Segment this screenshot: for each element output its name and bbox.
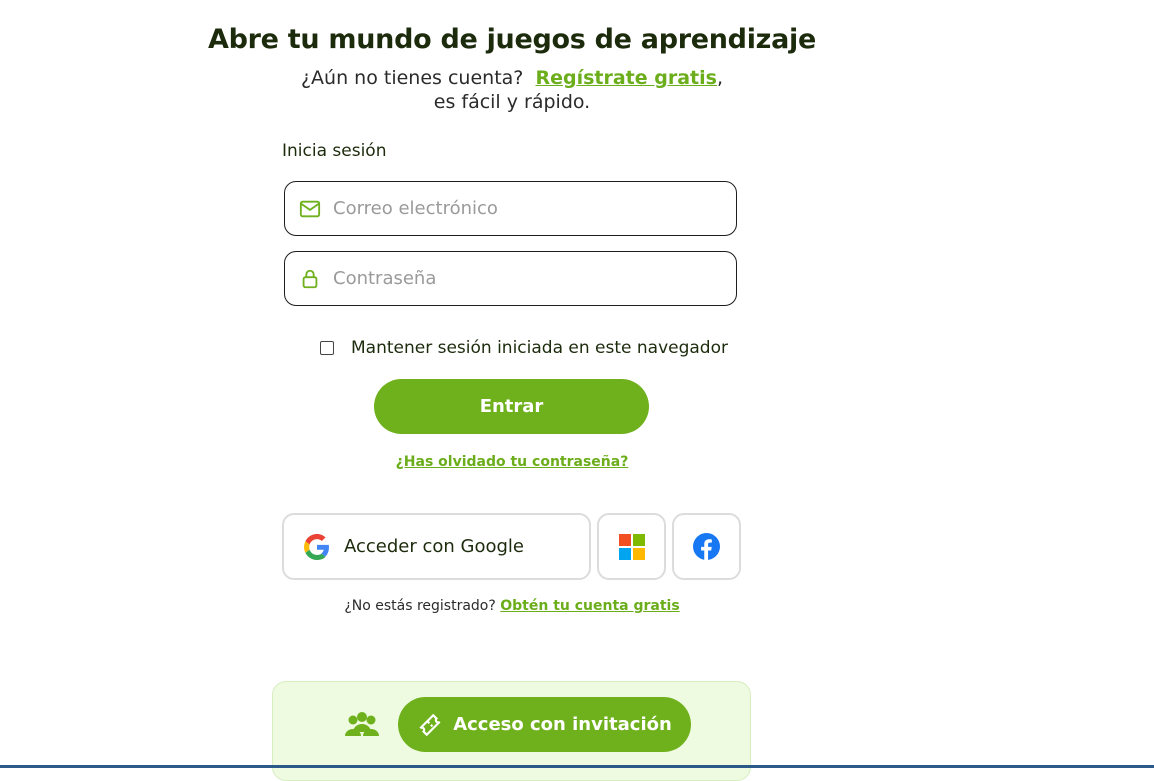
login-label: Inicia sesión [282, 141, 387, 161]
password-field[interactable] [284, 251, 737, 306]
facebook-login-button[interactable] [672, 513, 741, 580]
microsoft-login-button[interactable] [597, 513, 666, 580]
no-account-prompt: ¿No estás registrado? Obtén tu cuenta gr… [0, 598, 1024, 614]
register-link[interactable]: Regístrate gratis [535, 67, 717, 89]
google-login-button[interactable]: Acceder con Google [282, 513, 591, 580]
facebook-icon [693, 533, 720, 560]
remember-label: Mantener sesión iniciada en este navegad… [351, 338, 728, 358]
remember-checkbox[interactable] [320, 341, 334, 355]
invitation-button[interactable]: Acceso con invitación [398, 697, 691, 752]
email-input[interactable] [331, 197, 715, 220]
invitation-button-label: Acceso con invitación [453, 714, 672, 735]
password-input[interactable] [331, 267, 715, 290]
subtitle-prefix: ¿Aún no tienes cuenta? [300, 67, 524, 89]
page-title: Abre tu mundo de juegos de aprendizaje [208, 24, 816, 55]
forgot-password-link[interactable]: ¿Has olvidado tu contraseña? [0, 454, 1024, 470]
email-field[interactable] [284, 181, 737, 236]
ticket-icon [419, 713, 441, 736]
get-account-link[interactable]: Obtén tu cuenta gratis [500, 598, 679, 614]
microsoft-icon [618, 533, 645, 560]
remember-me[interactable]: Mantener sesión iniciada en este navegad… [320, 338, 728, 358]
submit-button[interactable]: Entrar [374, 379, 649, 434]
lock-icon [302, 269, 318, 288]
group-icon [345, 712, 379, 736]
subtitle-comma: , [716, 67, 724, 89]
google-login-label: Acceder con Google [344, 536, 524, 557]
no-account-text: ¿No estás registrado? [344, 598, 496, 614]
register-prompt-header: ¿Aún no tienes cuenta? Regístrate gratis… [0, 66, 1024, 114]
mail-icon [299, 200, 321, 217]
google-icon [304, 533, 329, 560]
subtitle-line2: es fácil y rápido. [433, 91, 591, 113]
